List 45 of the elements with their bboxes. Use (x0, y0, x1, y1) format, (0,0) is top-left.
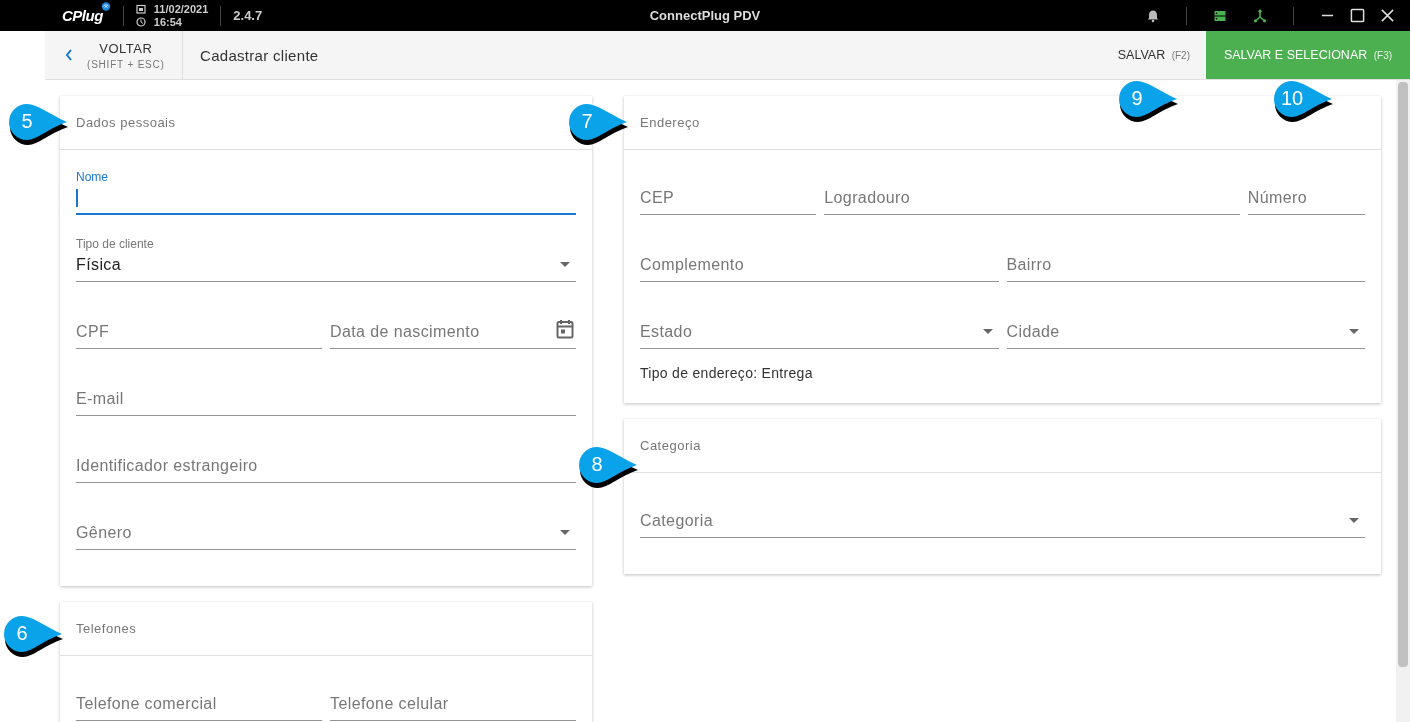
page-title: Cadastrar cliente (200, 46, 319, 64)
select-field[interactable]: Categoria (640, 493, 1365, 538)
dropdown-arrow-icon[interactable] (982, 329, 993, 334)
select-field[interactable]: Tipo de cliente Física (76, 237, 576, 282)
input-field[interactable]: Telefone comercial (76, 676, 322, 721)
select-field[interactable]: Gênero (76, 505, 576, 550)
dropdown-arrow-icon[interactable] (560, 262, 570, 267)
select-field[interactable]: Estado (640, 304, 999, 349)
select-field[interactable]: Cidade (1006, 304, 1365, 349)
time-text: 16:54 (153, 15, 182, 29)
calendar-icon (135, 4, 146, 14)
date-field[interactable]: Data de nascimento (330, 304, 576, 349)
card-title: Categoria (640, 438, 701, 453)
input-field[interactable]: Bairro (1006, 237, 1365, 282)
maximize-icon[interactable] (1350, 8, 1365, 23)
save-and-select-button[interactable]: SALVAR E SELECIONAR (F3) (1206, 31, 1410, 79)
input-field[interactable]: Telefone celular (330, 676, 576, 721)
version-text: 2.4.7 (233, 8, 263, 23)
window-title: ConnectPlug PDV (648, 8, 762, 23)
card-title: Dados pessoais (76, 115, 176, 130)
bell-icon[interactable] (1146, 8, 1160, 23)
calendar-icon[interactable] (556, 319, 574, 339)
input-field[interactable]: E-mail (76, 371, 576, 416)
chevron-left-icon (65, 49, 73, 61)
input-field[interactable]: Complemento (640, 237, 999, 282)
scrollbar-thumb[interactable] (1398, 82, 1408, 667)
clock-icon (135, 17, 146, 27)
card-title: Endereço (640, 115, 700, 130)
close-icon[interactable] (1380, 8, 1395, 23)
date-text: 11/02/2021 (153, 2, 209, 16)
input-field[interactable]: Identificador estrangeiro (76, 438, 576, 483)
server-icon[interactable] (1213, 8, 1227, 23)
input-field[interactable]: CEP (640, 170, 817, 215)
dropdown-arrow-icon[interactable] (1349, 329, 1359, 334)
network-icon[interactable] (1253, 8, 1267, 23)
wifi-icon (100, 1, 111, 11)
dropdown-arrow-icon[interactable] (560, 530, 570, 535)
input-field[interactable]: Nome (76, 170, 576, 215)
input-field[interactable]: Número (1247, 170, 1365, 215)
app-logo: CPlug (62, 6, 104, 25)
input-field[interactable]: Logradouro (824, 170, 1240, 215)
input-field[interactable]: CPF (76, 304, 322, 349)
card-title: Telefones (76, 621, 137, 636)
dropdown-arrow-icon[interactable] (1349, 518, 1359, 523)
address-type-text: Tipo de endereço: Entrega (640, 365, 814, 381)
